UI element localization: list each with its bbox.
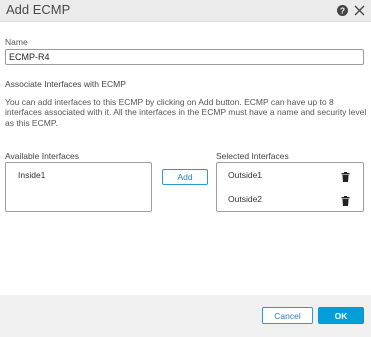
cancel-button[interactable]: Cancel xyxy=(262,307,313,324)
question-circle-icon[interactable]: ? xyxy=(336,4,349,17)
dialog-footer: Cancel OK xyxy=(0,295,371,337)
add-button[interactable]: Add xyxy=(162,169,208,185)
selected-interface-item: Outside1 xyxy=(228,170,263,180)
name-input[interactable] xyxy=(5,49,364,65)
associate-heading: Associate Interfaces with ECMP xyxy=(5,79,126,89)
dialog-title-bar: Add ECMP ? xyxy=(0,0,371,22)
dialog-title: Add ECMP xyxy=(6,2,71,17)
selected-interface-item: Outside2 xyxy=(228,194,263,204)
svg-text:?: ? xyxy=(340,6,345,16)
available-interface-item[interactable]: Inside1 xyxy=(18,170,45,180)
trash-icon[interactable] xyxy=(341,172,350,182)
close-icon[interactable] xyxy=(353,4,366,17)
ok-button[interactable]: OK xyxy=(318,307,364,324)
trash-icon[interactable] xyxy=(341,196,350,206)
selected-interfaces-label: Selected Interfaces xyxy=(216,151,289,161)
selected-interfaces-list: Outside1 Outside2 xyxy=(216,162,364,212)
add-ecmp-dialog: Add ECMP ? Name Associate Interfaces wit… xyxy=(0,0,371,337)
name-label: Name xyxy=(5,37,28,47)
associate-description: You can add interfaces to this ECMP by c… xyxy=(5,97,367,128)
available-interfaces-list: Inside1 xyxy=(5,162,152,212)
available-interfaces-label: Available Interfaces xyxy=(5,151,80,161)
